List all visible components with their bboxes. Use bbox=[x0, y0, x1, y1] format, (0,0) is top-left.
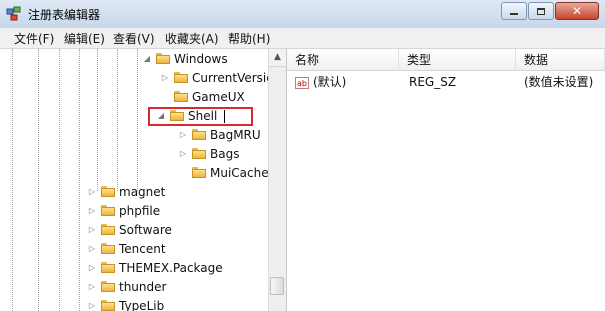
folder-icon bbox=[192, 148, 206, 159]
maximize-button[interactable] bbox=[528, 2, 554, 20]
column-header-data[interactable]: 数据 bbox=[516, 49, 605, 71]
tree-item-label: Bags bbox=[210, 146, 240, 161]
folder-icon bbox=[192, 167, 206, 178]
folder-icon bbox=[101, 300, 115, 311]
menu-edit[interactable]: 编辑(E) bbox=[64, 30, 105, 47]
folder-icon bbox=[156, 53, 170, 64]
text-cursor bbox=[224, 110, 225, 123]
folder-icon bbox=[101, 205, 115, 216]
tree-item-label: magnet bbox=[119, 184, 166, 199]
tree-item-bags[interactable]: ▷ Bags bbox=[178, 144, 240, 163]
expand-arrow-icon[interactable]: ▷ bbox=[178, 130, 188, 139]
tree-item-typelib[interactable]: ▷ TypeLib bbox=[87, 296, 164, 311]
tree-item-label: BagMRU bbox=[210, 127, 261, 142]
minimize-button[interactable] bbox=[501, 2, 527, 20]
value-data: (数值未设置) bbox=[524, 75, 594, 89]
tree-guide-line bbox=[12, 49, 13, 311]
tree-item-label: phpfile bbox=[119, 203, 161, 218]
tree-item-phpfile[interactable]: ▷ phpfile bbox=[87, 201, 160, 220]
tree-item-themex-package[interactable]: ▷ THEMEX.Package bbox=[87, 258, 223, 277]
folder-icon bbox=[101, 281, 115, 292]
tree-guide-line bbox=[137, 49, 138, 191]
maximize-icon bbox=[537, 7, 545, 15]
close-button[interactable]: ✕ bbox=[555, 2, 599, 20]
values-list[interactable]: 名称 类型 数据 ab (默认) REG_SZ (数值未设置) bbox=[287, 49, 605, 311]
scroll-up-icon[interactable]: ▲ bbox=[269, 49, 286, 67]
tree-guide-line bbox=[59, 49, 60, 311]
tree-guide-line bbox=[79, 49, 80, 311]
menu-view[interactable]: 查看(V) bbox=[113, 30, 155, 47]
minimize-icon bbox=[510, 13, 518, 15]
folder-icon bbox=[101, 262, 115, 273]
tree-item-tencent[interactable]: ▷ Tencent bbox=[87, 239, 166, 258]
tree-item-label: THEMEX.Package bbox=[119, 260, 223, 275]
registry-editor-icon bbox=[6, 6, 21, 21]
expand-arrow-icon[interactable]: ▷ bbox=[87, 282, 97, 291]
string-value-icon: ab bbox=[295, 76, 309, 89]
tree-scrollbar[interactable]: ▲ bbox=[268, 49, 286, 311]
tree-item-label: MuiCache bbox=[210, 165, 269, 180]
expand-arrow-icon[interactable]: ▷ bbox=[87, 187, 97, 196]
scroll-thumb[interactable] bbox=[270, 277, 284, 295]
tree-item-windows[interactable]: ◢ Windows bbox=[142, 49, 228, 68]
tree-item-label: Windows bbox=[174, 51, 228, 66]
expand-arrow-icon[interactable]: ▷ bbox=[178, 149, 188, 158]
tree-item-label: Tencent bbox=[119, 241, 166, 256]
value-type: REG_SZ bbox=[409, 75, 457, 89]
collapse-arrow-icon[interactable]: ◢ bbox=[142, 54, 152, 63]
tree-guide-line bbox=[38, 49, 39, 311]
column-header-type[interactable]: 类型 bbox=[399, 49, 516, 71]
list-row-name[interactable]: ab (默认) bbox=[295, 73, 346, 91]
tree-item-label: thunder bbox=[119, 279, 167, 294]
tree-item-muicache[interactable]: MuiCache bbox=[178, 163, 269, 182]
menu-help[interactable]: 帮助(H) bbox=[228, 30, 270, 47]
tree-item-label: Software bbox=[119, 222, 172, 237]
folder-icon bbox=[174, 72, 188, 83]
menu-favorites[interactable]: 收藏夹(A) bbox=[165, 30, 219, 47]
expand-arrow-icon[interactable]: ▷ bbox=[160, 73, 170, 82]
folder-icon bbox=[192, 129, 206, 140]
highlight-box bbox=[148, 107, 253, 126]
tree-item-label: CurrentVersic bbox=[192, 70, 273, 85]
title-bar: 注册表编辑器 ✕ bbox=[0, 0, 605, 29]
folder-icon bbox=[101, 186, 115, 197]
tree-item-label: GameUX bbox=[192, 89, 245, 104]
tree-guide-line bbox=[97, 49, 98, 191]
window-title: 注册表编辑器 bbox=[28, 8, 101, 22]
tree-item-thunder[interactable]: ▷ thunder bbox=[87, 277, 167, 296]
expand-arrow-icon[interactable]: ▷ bbox=[87, 263, 97, 272]
expand-arrow-icon[interactable]: ▷ bbox=[87, 301, 97, 310]
menu-file[interactable]: 文件(F) bbox=[14, 30, 54, 47]
tree-item-bagmru[interactable]: ▷ BagMRU bbox=[178, 125, 261, 144]
folder-icon bbox=[174, 91, 188, 102]
folder-icon bbox=[101, 224, 115, 235]
expand-arrow-icon[interactable]: ▷ bbox=[87, 225, 97, 234]
close-icon: ✕ bbox=[571, 4, 583, 18]
value-name: (默认) bbox=[313, 75, 347, 89]
expand-arrow-icon[interactable]: ▷ bbox=[87, 206, 97, 215]
registry-tree[interactable]: ◢ Windows ▷ CurrentVersic GameUX ◢ Shell… bbox=[0, 49, 287, 311]
menu-bar: 文件(F) 编辑(E) 查看(V) 收藏夹(A) 帮助(H) bbox=[0, 28, 605, 49]
tree-item-label: TypeLib bbox=[119, 298, 165, 311]
tree-guide-line bbox=[117, 49, 118, 191]
folder-icon bbox=[101, 243, 115, 254]
tree-item-gameux[interactable]: GameUX bbox=[160, 87, 245, 106]
column-header-name[interactable]: 名称 bbox=[287, 49, 399, 71]
tree-item-magnet[interactable]: ▷ magnet bbox=[87, 182, 165, 201]
expand-arrow-icon[interactable]: ▷ bbox=[87, 244, 97, 253]
tree-item-currentversion[interactable]: ▷ CurrentVersic bbox=[160, 68, 273, 87]
tree-item-software[interactable]: ▷ Software bbox=[87, 220, 172, 239]
